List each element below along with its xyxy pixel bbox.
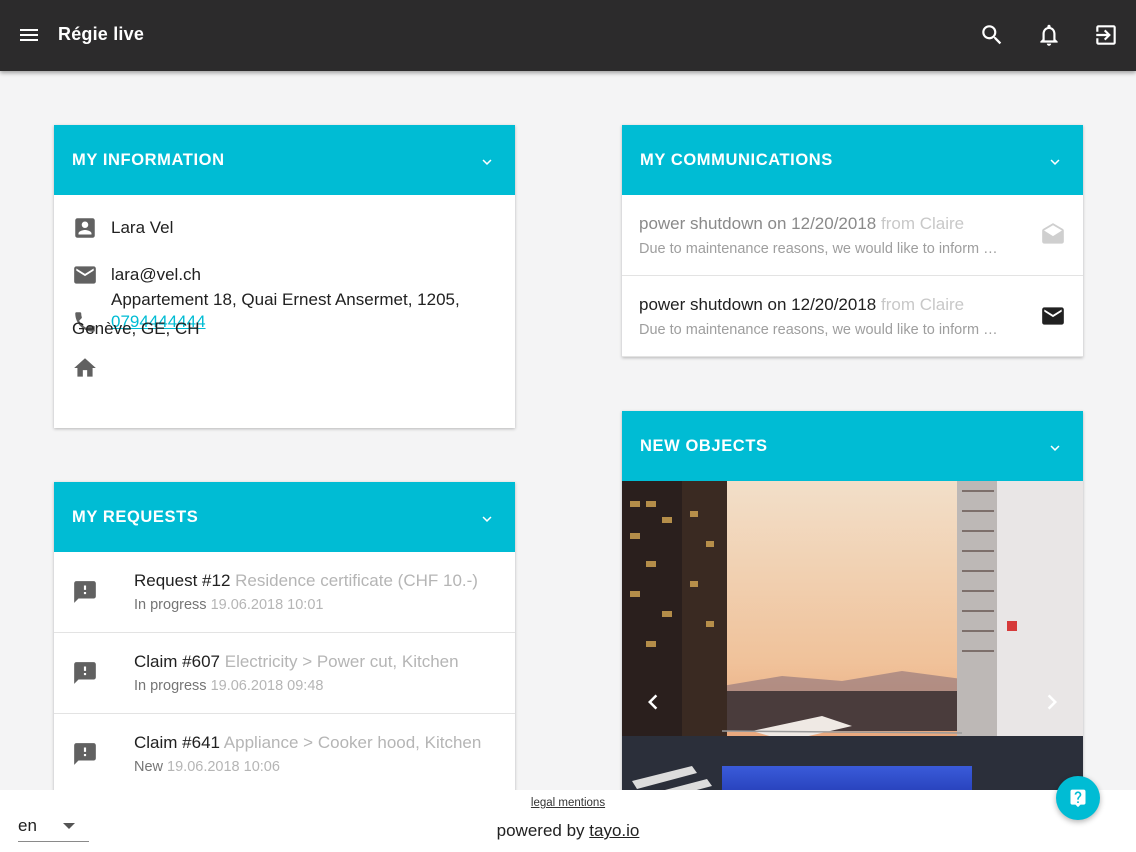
carousel-next-icon[interactable]	[1037, 687, 1067, 717]
request-status: In progress	[134, 597, 207, 613]
powered-by-text: powered by	[496, 821, 585, 840]
communication-title: power shutdown on 12/20/2018	[639, 214, 877, 233]
my-information-header[interactable]: MY INFORMATION	[54, 125, 515, 195]
search-icon[interactable]	[979, 22, 1005, 48]
chevron-down-icon[interactable]	[1046, 439, 1064, 457]
footer: en legal mentions powered by tayo.io	[0, 790, 1136, 852]
help-icon	[1070, 789, 1086, 808]
top-app-bar: Régie live	[0, 0, 1136, 71]
info-address: Appartement 18, Quai Ernest Ansermet, 12…	[72, 290, 460, 338]
feedback-icon	[72, 579, 98, 605]
request-status: In progress	[134, 678, 207, 694]
new-objects-title: NEW OBJECTS	[640, 437, 768, 455]
communication-title: power shutdown on 12/20/2018	[639, 295, 877, 314]
tayo-link[interactable]: tayo.io	[589, 821, 639, 840]
home-icon	[72, 355, 98, 381]
my-requests-card: MY REQUESTS Request #12 Residence certif…	[54, 482, 515, 802]
my-information-title: MY INFORMATION	[72, 151, 225, 169]
info-name: Lara Vel	[111, 218, 174, 237]
chevron-down-icon[interactable]	[478, 510, 496, 528]
request-status: New	[134, 759, 164, 775]
new-objects-card: NEW OBJECTS	[622, 411, 1083, 811]
feedback-icon	[72, 741, 98, 767]
legal-mentions: legal mentions	[0, 797, 1136, 809]
communication-sender: from Claire	[880, 214, 965, 233]
request-list-item[interactable]: Request #12 Residence certificate (CHF 1…	[54, 552, 515, 633]
powered-by: powered by tayo.io	[0, 821, 1136, 841]
communication-preview: Due to maintenance reasons, we would lik…	[639, 241, 1001, 257]
bell-icon[interactable]	[1036, 22, 1062, 48]
objects-carousel	[622, 481, 1083, 811]
communication-sender: from Claire	[880, 295, 965, 314]
info-email: lara@vel.ch	[111, 265, 202, 284]
request-detail: Appliance > Cooker hood, Kitchen	[223, 733, 482, 752]
request-detail: Electricity > Power cut, Kitchen	[224, 652, 459, 671]
communication-preview: Due to maintenance reasons, we would lik…	[639, 322, 1001, 338]
request-list-item[interactable]: Claim #607 Electricity > Power cut, Kitc…	[54, 633, 515, 714]
email-icon	[1040, 303, 1066, 329]
app-title: Régie live	[58, 24, 145, 44]
my-communications-title: MY COMMUNICATIONS	[640, 151, 833, 169]
contact-card-icon	[72, 215, 98, 241]
logout-icon[interactable]	[1093, 22, 1119, 48]
chevron-down-icon[interactable]	[478, 153, 496, 171]
help-button[interactable]	[1056, 776, 1100, 820]
request-date: 19.06.2018 10:06	[167, 759, 280, 775]
my-communications-card: MY COMMUNICATIONS power shutdown on 12/2…	[622, 125, 1083, 357]
my-requests-title: MY REQUESTS	[72, 508, 199, 526]
legal-mentions-link[interactable]: legal mentions	[531, 797, 605, 809]
my-information-card: MY INFORMATION Lara Vel lara@vel.ch 0794…	[54, 125, 515, 428]
menu-icon[interactable]	[17, 23, 41, 47]
rooftop-pool-photo	[622, 481, 1083, 811]
request-list-item[interactable]: Claim #641 Appliance > Cooker hood, Kitc…	[54, 714, 515, 795]
request-title: Claim #641	[134, 733, 220, 752]
request-date: 19.06.2018 10:01	[210, 597, 324, 613]
communication-list-item[interactable]: power shutdown on 12/20/2018 from Claire…	[622, 276, 1083, 357]
drafts-open-envelope-icon	[1040, 222, 1066, 248]
request-date: 19.06.2018 09:48	[210, 678, 324, 694]
request-detail: Residence certificate (CHF 10.-)	[235, 571, 478, 590]
carousel-prev-icon[interactable]	[638, 687, 668, 717]
communication-list-item[interactable]: power shutdown on 12/20/2018 from Claire…	[622, 195, 1083, 276]
chevron-down-icon[interactable]	[1046, 153, 1064, 171]
request-title: Request #12	[134, 571, 231, 590]
my-requests-header[interactable]: MY REQUESTS	[54, 482, 515, 552]
my-communications-header[interactable]: MY COMMUNICATIONS	[622, 125, 1083, 195]
request-title: Claim #607	[134, 652, 220, 671]
new-objects-header[interactable]: NEW OBJECTS	[622, 411, 1083, 481]
feedback-icon	[72, 660, 98, 686]
